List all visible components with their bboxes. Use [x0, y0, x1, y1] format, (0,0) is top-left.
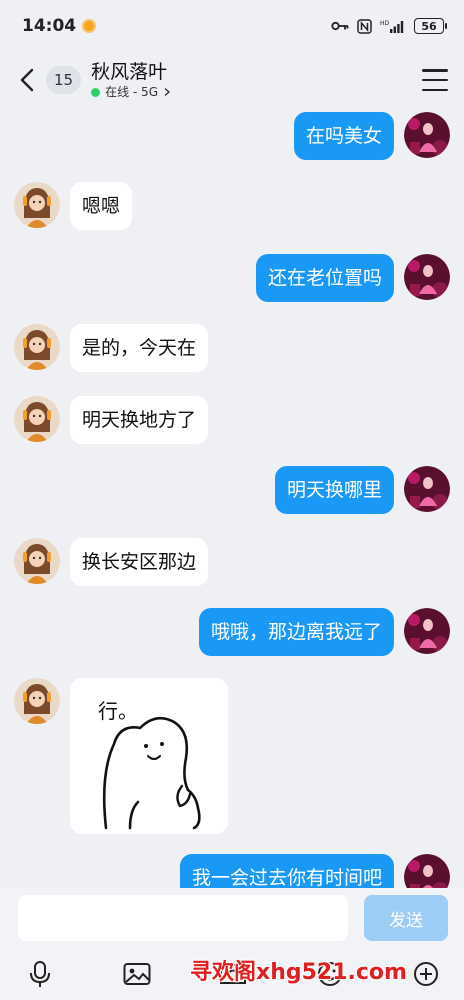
watermark-text: 寻欢阁xhg521.com: [190, 960, 407, 985]
contact-avatar[interactable]: [14, 396, 60, 442]
contact-avatar[interactable]: [14, 538, 60, 584]
chat-title-block[interactable]: 秋风落叶 在线 - 5G: [91, 60, 171, 100]
contact-avatar[interactable]: [14, 324, 60, 370]
message-bubble[interactable]: 还在老位置吗: [255, 254, 394, 302]
message-outgoing: 哦哦，那边离我远了: [0, 608, 464, 656]
message-incoming: 行。: [0, 678, 464, 834]
nfc-icon: [357, 18, 372, 34]
message-input[interactable]: [18, 895, 348, 941]
my-avatar[interactable]: [404, 112, 450, 158]
message-outgoing: 明天换哪里: [0, 466, 464, 514]
menu-icon-line: [422, 88, 448, 91]
presence-label: 在线 - 5G: [105, 85, 158, 99]
my-avatar[interactable]: [404, 854, 450, 888]
message-incoming: 换长安区那边: [0, 538, 464, 586]
input-bar: 发送: [0, 888, 464, 948]
contact-avatar[interactable]: [14, 182, 60, 228]
message-incoming: 是的，今天在: [0, 324, 464, 372]
unread-count-badge: 15: [46, 66, 82, 94]
chevron-left-icon: [20, 68, 34, 92]
send-button[interactable]: 发送: [364, 895, 448, 941]
message-bubble[interactable]: 换长安区那边: [70, 538, 209, 586]
battery-indicator: 56: [414, 18, 447, 34]
message-bubble[interactable]: 嗯嗯: [70, 182, 133, 230]
online-dot-icon: [91, 87, 101, 97]
back-button[interactable]: 15: [16, 65, 82, 95]
presence-status[interactable]: 在线 - 5G: [91, 84, 171, 100]
my-avatar[interactable]: [404, 608, 450, 654]
signal-icon: HD: [380, 19, 406, 33]
menu-button[interactable]: [422, 69, 448, 91]
menu-icon-line: [422, 69, 448, 72]
message-outgoing: 在吗美女: [0, 112, 464, 160]
image-icon[interactable]: [123, 960, 151, 988]
plus-icon[interactable]: [412, 960, 440, 988]
message-bubble[interactable]: 我一会过去你有时间吧: [179, 854, 394, 888]
my-avatar[interactable]: [404, 254, 450, 300]
message-outgoing: 我一会过去你有时间吧: [0, 854, 464, 888]
message-bubble[interactable]: 明天换哪里: [274, 466, 394, 514]
message-bubble[interactable]: 在吗美女: [293, 112, 394, 160]
message-bubble[interactable]: 哦哦，那边离我远了: [198, 608, 394, 656]
chevron-right-icon: [164, 88, 170, 96]
svg-text:HD: HD: [380, 20, 390, 27]
contact-avatar[interactable]: [14, 678, 60, 724]
menu-icon-line: [422, 78, 448, 82]
message-incoming: 明天换地方了: [0, 396, 464, 444]
message-bubble[interactable]: 明天换地方了: [70, 396, 209, 444]
my-avatar[interactable]: [404, 466, 450, 512]
status-time: 14:04: [22, 16, 77, 36]
status-bar: 14:04 HD 56: [0, 0, 464, 52]
message-list[interactable]: 在吗美女 嗯嗯 还在老位置吗 是的，今天在 明天换地方了 明天换哪里 换长安区那…: [0, 108, 464, 888]
message-bubble[interactable]: 是的，今天在: [70, 324, 209, 372]
chat-header: 15 秋风落叶 在线 - 5G: [0, 52, 464, 108]
contact-name: 秋风落叶: [91, 61, 168, 83]
microphone-icon[interactable]: [26, 960, 54, 988]
sticker-image[interactable]: 行。: [70, 678, 228, 834]
message-incoming: 嗯嗯: [0, 182, 464, 230]
message-outgoing: 还在老位置吗: [0, 254, 464, 302]
notification-icon: [82, 19, 97, 33]
sticker-caption: 行。: [98, 699, 138, 723]
key-icon: [331, 20, 349, 32]
